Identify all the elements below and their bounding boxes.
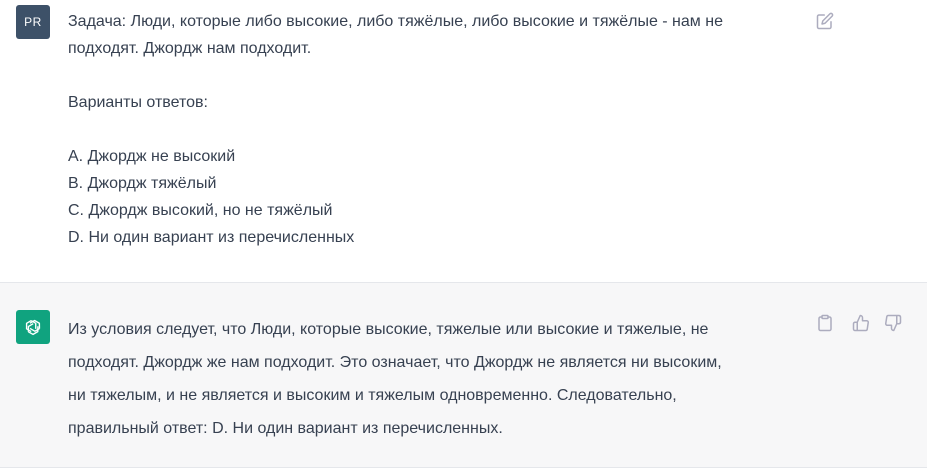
user-message: PR Задача: Люди, которые либо высокие, л… [0,0,927,283]
user-avatar: PR [16,5,50,39]
thumbs-down-button[interactable] [882,312,904,334]
assistant-avatar [16,310,50,344]
assistant-message-line: Из условия следует, что Люди, которые вы… [68,321,709,338]
assistant-message: Из условия следует, что Люди, которые вы… [0,283,927,468]
user-message-line: Варианты ответов: [68,94,208,111]
user-message-line [68,116,808,143]
thumbs-up-button[interactable] [850,312,872,334]
copy-icon [818,314,832,332]
user-message-line: подходят. Джордж нам подходит. [68,40,312,57]
assistant-message-line: правильный ответ: D. Ни один вариант из … [68,420,503,437]
thumbs-up-icon [852,314,869,332]
copy-button[interactable] [814,312,836,334]
assistant-message-line: ни тяжелым, и не является и высоким и тя… [68,387,677,404]
user-message-line: Задача: Люди, которые либо высокие, либо… [68,13,723,30]
edit-icon [816,12,834,30]
assistant-message-line: подходят. Джордж же нам подходит. Это оз… [68,354,722,371]
answer-option-d: D. Ни один вариант из перечисленных [68,229,355,246]
user-message-line [68,62,808,89]
thumbs-down-icon [885,314,902,332]
answer-option-a: A. Джордж не высокий [68,148,236,165]
assistant-message-text: Из условия следует, что Люди, которые вы… [68,313,813,445]
openai-logo-icon [25,319,41,336]
answer-option-c: C. Джордж высокий, но не тяжёлый [68,202,333,219]
answer-option-b: B. Джордж тяжёлый [68,175,217,192]
user-message-text: Задача: Люди, которые либо высокие, либо… [68,8,808,251]
edit-button[interactable] [814,10,836,32]
